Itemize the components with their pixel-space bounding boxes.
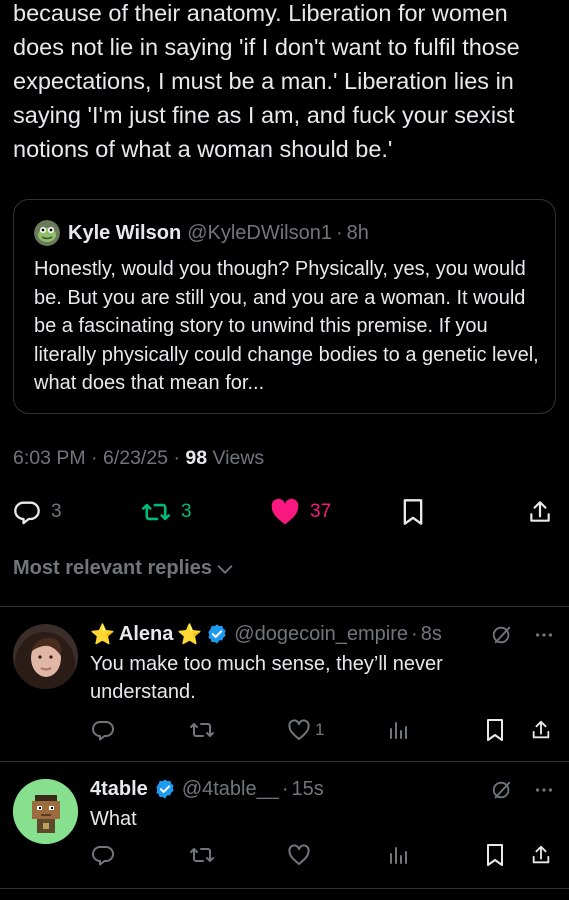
meta-separator: · xyxy=(173,447,180,469)
share-icon xyxy=(532,720,550,739)
reply-like-button[interactable]: 1 xyxy=(287,714,324,746)
quoted-post[interactable]: Kyle Wilson @KyleDWilson1 · 8h Honestly,… xyxy=(13,199,556,414)
bookmark-button[interactable] xyxy=(400,490,426,534)
bookmark-icon xyxy=(487,844,503,866)
more-options-icon[interactable] xyxy=(533,624,555,646)
grok-icon[interactable] xyxy=(491,779,513,801)
meta-separator: · xyxy=(91,447,98,469)
quoted-time[interactable]: 8h xyxy=(347,222,369,245)
avatar[interactable] xyxy=(13,624,78,689)
reply-bookmark-button[interactable] xyxy=(484,839,506,871)
reply-like-button[interactable] xyxy=(287,839,311,871)
reply-count: 3 xyxy=(51,501,62,522)
analytics-icon xyxy=(390,847,407,864)
heart-icon xyxy=(288,719,310,740)
share-icon xyxy=(530,501,550,522)
reply-like-count: 1 xyxy=(315,720,325,739)
star-emoji: ⭐ xyxy=(90,623,115,646)
views-count: 98 xyxy=(185,447,208,469)
share-icon xyxy=(532,845,550,864)
quoted-separator: · xyxy=(335,221,343,244)
reply-author-handle[interactable]: @dogecoin_empire xyxy=(234,623,408,646)
reply-time[interactable]: 8s xyxy=(421,623,442,646)
analytics-icon xyxy=(390,722,407,739)
reply-reply-button[interactable] xyxy=(91,839,115,871)
bookmark-icon xyxy=(403,499,423,525)
quoted-author-name[interactable]: Kyle Wilson xyxy=(68,222,181,245)
reply-separator: · xyxy=(411,622,418,645)
reply-button[interactable]: 3 xyxy=(13,490,62,534)
reply-action-bar xyxy=(0,839,569,871)
repost-icon xyxy=(190,848,214,862)
more-options-icon[interactable] xyxy=(533,779,555,801)
reply-item[interactable]: ⭐ Alena ⭐ @dogecoin_empire · 8s You make… xyxy=(0,606,569,761)
reply-icon xyxy=(92,846,114,866)
reply-icon xyxy=(14,501,40,525)
reply-text: What xyxy=(90,808,137,830)
heart-icon xyxy=(271,498,299,525)
repost-count: 3 xyxy=(181,501,192,522)
avatar[interactable] xyxy=(13,779,78,844)
share-button[interactable] xyxy=(527,490,553,534)
reply-author-name[interactable]: 4table xyxy=(90,778,148,801)
quoted-avatar[interactable] xyxy=(34,220,60,246)
reply-text: You make too much sense, they’ll never u… xyxy=(90,653,443,703)
reply-repost-button[interactable] xyxy=(189,839,215,871)
quoted-post-header: Kyle Wilson @KyleDWilson1 · 8h xyxy=(34,220,369,246)
reply-bookmark-button[interactable] xyxy=(484,714,506,746)
like-count: 37 xyxy=(310,501,332,522)
reply-views-button[interactable] xyxy=(386,839,410,871)
reply-author-handle[interactable]: @4table__ xyxy=(182,778,279,801)
post-action-bar: 3 3 37 xyxy=(0,490,569,534)
reply-tools xyxy=(491,624,555,646)
reply-author-name[interactable]: Alena xyxy=(119,623,173,646)
reply-icon xyxy=(92,721,114,741)
verified-badge-icon xyxy=(208,624,226,644)
grok-icon[interactable] xyxy=(491,624,513,646)
quoted-post-text: Honestly, would you though? Physically, … xyxy=(34,258,539,394)
reply-separator: · xyxy=(281,777,289,800)
repost-button[interactable]: 3 xyxy=(141,490,192,534)
reply-repost-button[interactable] xyxy=(189,714,215,746)
reply-action-bar: 1 xyxy=(0,714,569,746)
chevron-down-icon xyxy=(217,564,233,574)
star-emoji: ⭐ xyxy=(177,623,203,646)
reply-views-button[interactable] xyxy=(386,714,410,746)
post-text: because of their anatomy. Liberation for… xyxy=(13,0,520,162)
reply-time[interactable]: 15s xyxy=(292,778,324,801)
reply-item[interactable]: 4table @4table__ · 15s What xyxy=(0,761,569,889)
bookmark-icon xyxy=(487,719,503,741)
replies-sort-dropdown[interactable]: Most relevant replies xyxy=(13,557,236,580)
replies-sort-label: Most relevant replies xyxy=(13,557,212,579)
reply-reply-button[interactable] xyxy=(91,714,115,746)
reply-tools xyxy=(491,779,555,801)
verified-badge-icon xyxy=(156,779,174,799)
quoted-author-handle[interactable]: @KyleDWilson1 xyxy=(187,222,332,245)
reply-share-button[interactable] xyxy=(530,839,552,871)
divider xyxy=(0,888,569,889)
repost-icon xyxy=(142,503,170,521)
reply-header: ⭐ Alena ⭐ @dogecoin_empire · 8s xyxy=(90,620,442,648)
post-time[interactable]: 6:03 PM xyxy=(13,447,86,469)
repost-icon xyxy=(190,723,214,737)
post-meta: 6:03 PM · 6/23/25 · 98 Views xyxy=(13,447,264,470)
reply-share-button[interactable] xyxy=(530,714,552,746)
post-date[interactable]: 6/23/25 xyxy=(103,447,168,469)
like-button[interactable]: 37 xyxy=(270,490,331,534)
views-label: Views xyxy=(212,447,265,469)
reply-header: 4table @4table__ · 15s xyxy=(90,775,324,803)
heart-icon xyxy=(288,844,310,865)
